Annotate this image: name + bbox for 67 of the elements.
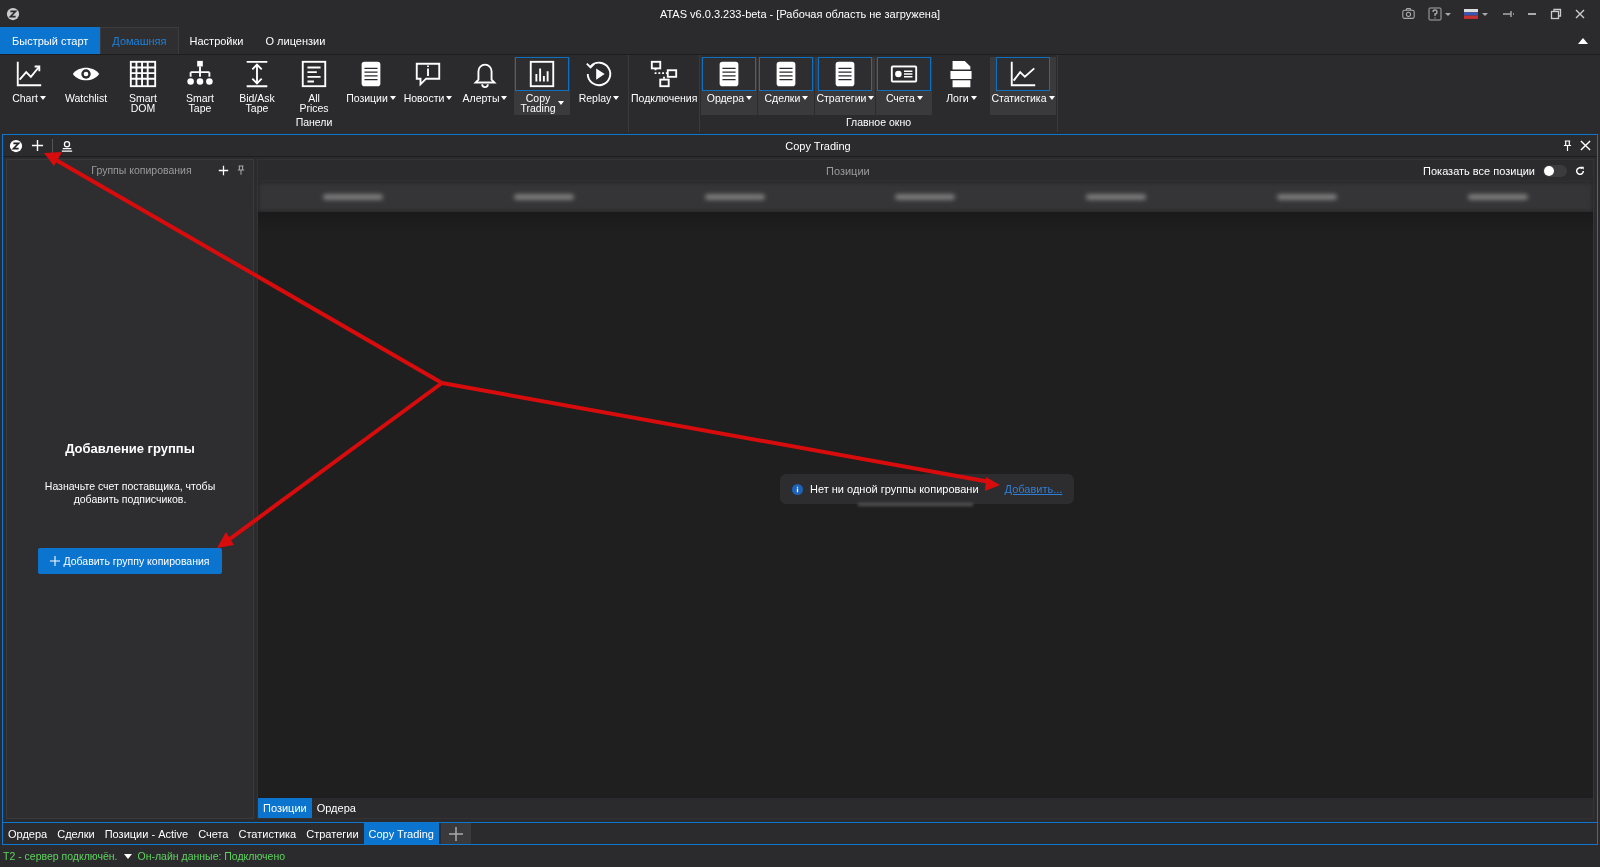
- ribbon-button[interactable]: Стратегии: [815, 57, 876, 115]
- info-icon: [792, 483, 803, 495]
- bar-chart-icon: [515, 57, 569, 91]
- empty-state-title: Добавление группы: [65, 440, 195, 456]
- workspace-tab[interactable]: Статистика: [233, 823, 302, 844]
- list-icon: [818, 57, 873, 91]
- plus-icon: [449, 826, 463, 841]
- stamp-icon[interactable]: [61, 139, 73, 152]
- ribbon-button[interactable]: Chart: [1, 57, 57, 115]
- restore-icon[interactable]: [1550, 7, 1562, 20]
- list-icon: [759, 57, 814, 91]
- toggle-switch[interactable]: [1543, 165, 1567, 177]
- ribbon-button[interactable]: Smart Tape: [172, 57, 228, 115]
- window-title: ATAS v6.0.3.233-beta - [Рабочая область не загружена]: [659, 7, 941, 20]
- data-status: Он-лайн данные: Подключено: [137, 850, 286, 862]
- ribbon-button[interactable]: Watchlist: [58, 57, 114, 115]
- flag-icon[interactable]: [1464, 7, 1490, 20]
- ribbon-button[interactable]: Логи: [933, 57, 990, 115]
- ribbon-button[interactable]: Smart DOM: [115, 57, 171, 115]
- ribbon-button[interactable]: Новости: [400, 57, 456, 115]
- empty-state-text: Назначьте счет поставщика, чтобы добавить подписчиков.: [43, 479, 217, 506]
- help-icon[interactable]: [1428, 6, 1452, 21]
- dropdown-caret-icon[interactable]: [123, 853, 132, 859]
- workspace-tab[interactable]: Ордера: [3, 823, 53, 844]
- ribbon-button[interactable]: Copy Trading: [514, 57, 570, 115]
- close-icon[interactable]: [1574, 7, 1586, 20]
- ribbon-button[interactable]: Сделки: [758, 57, 815, 115]
- panel-tab[interactable]: Ордера: [311, 798, 361, 818]
- ribbon-button[interactable]: Ордера: [701, 57, 758, 115]
- ribbon-tab[interactable]: Настройки: [178, 27, 255, 54]
- ribbon-button[interactable]: Bid/Ask Tape: [229, 57, 285, 115]
- workspace-tab[interactable]: Сделки: [52, 823, 100, 844]
- ribbon-button[interactable]: Статистика: [990, 57, 1056, 115]
- camera-icon[interactable]: [1401, 7, 1416, 20]
- collapse-ribbon-icon[interactable]: [1578, 37, 1588, 44]
- quick-start-button[interactable]: Быстрый старт: [0, 27, 101, 54]
- ribbon-button[interactable]: Счета: [876, 57, 933, 115]
- panel-title: Copy Trading: [784, 139, 852, 152]
- ribbon-button[interactable]: Подключения: [630, 57, 699, 115]
- server-status: Т2 - сервер подключён.: [3, 850, 118, 862]
- add-group-button[interactable]: Добавить группу копирования: [38, 547, 222, 574]
- ribbon-button[interactable]: Replay: [571, 57, 627, 115]
- panel-title: Группы копирования: [90, 164, 193, 176]
- notification-text: Нет ни одной группы копировани: [810, 483, 979, 495]
- toggle-label: Показать все позиции: [1423, 165, 1535, 177]
- group-label: Главное окно: [845, 116, 912, 128]
- ribbon-button[interactable]: Позиции: [343, 57, 399, 115]
- workspace-tab[interactable]: Счета: [193, 823, 234, 844]
- id-card-icon: [877, 57, 932, 91]
- ribbon-tab[interactable]: О лицензии: [254, 27, 337, 54]
- add-icon[interactable]: [218, 164, 229, 176]
- add-icon[interactable]: [31, 139, 44, 152]
- workspace-tab[interactable]: Позиции - Active: [99, 823, 194, 844]
- list-icon: [702, 57, 757, 91]
- add-tab-button[interactable]: [441, 823, 471, 844]
- workspace-tab[interactable]: Copy Trading: [363, 823, 439, 844]
- panel-title: Позиции: [825, 165, 871, 177]
- plus-icon: [50, 555, 61, 566]
- app-logo-icon[interactable]: [9, 138, 23, 153]
- group-label: Панели: [295, 116, 333, 128]
- ribbon-button[interactable]: All Prices: [286, 57, 342, 115]
- panel-tab[interactable]: Позиции: [258, 798, 312, 818]
- workspace-tab[interactable]: Стратегии: [301, 823, 364, 844]
- refresh-icon[interactable]: [1575, 166, 1585, 176]
- line-chart-icon: [995, 57, 1050, 91]
- ribbon-button[interactable]: Алерты: [457, 57, 513, 115]
- app-logo-icon: [6, 6, 20, 21]
